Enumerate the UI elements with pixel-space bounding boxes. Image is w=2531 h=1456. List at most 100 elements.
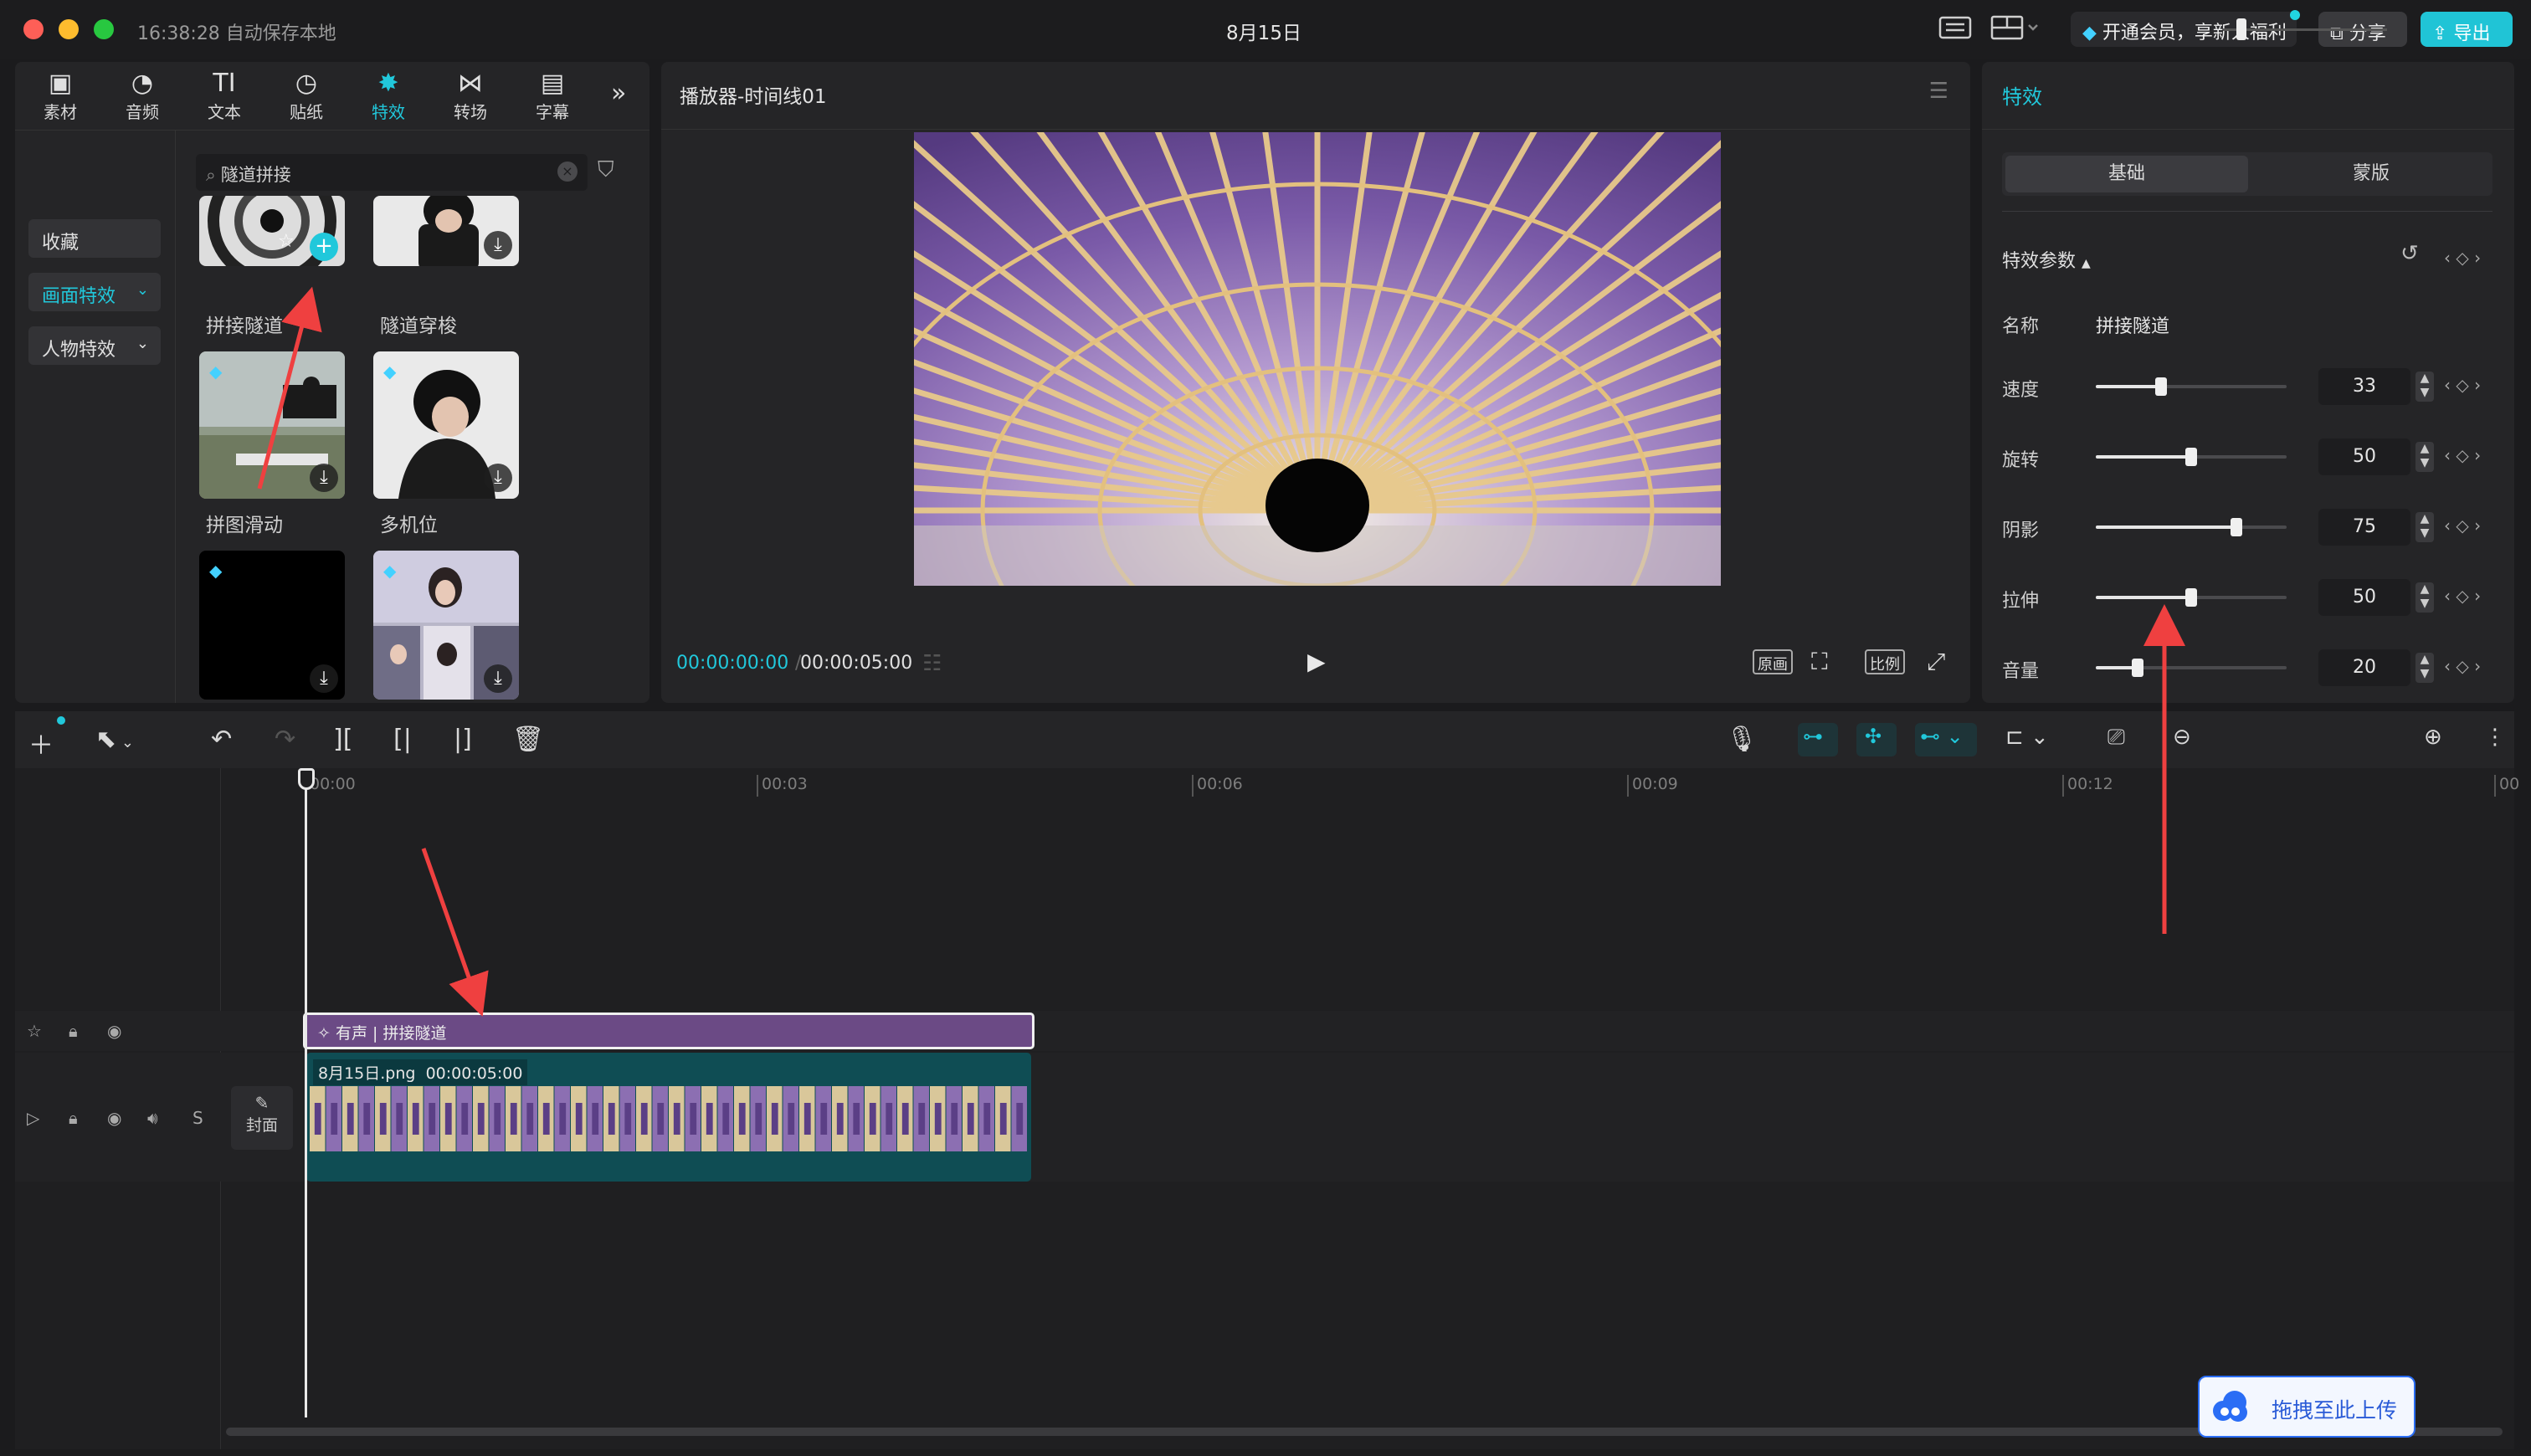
menu-icon[interactable]: ☰ xyxy=(1929,79,1948,104)
keyframe-control[interactable]: ‹ ◇ › xyxy=(2444,375,2481,395)
delete-icon[interactable]: 🗑 xyxy=(512,725,544,754)
tab-transition[interactable]: ⋈ 转场 xyxy=(430,69,511,127)
effect-thumb-tunnel-shuttle[interactable]: ⤓ xyxy=(373,196,519,266)
effect-thumb-multi-camera[interactable]: ◆ ⤓ xyxy=(373,351,519,499)
zoom-slider-handle[interactable] xyxy=(2236,18,2246,40)
tab-media[interactable]: ▣ 素材 xyxy=(20,69,100,127)
more-options-icon[interactable]: ⋮ xyxy=(2484,725,2506,750)
eye-icon[interactable]: ◉ xyxy=(107,1108,121,1128)
stepper-icon[interactable]: ▲ ▼ xyxy=(2415,653,2434,683)
lock-icon[interactable]: 🔒︎ xyxy=(69,1021,78,1041)
volume-input[interactable]: 20 xyxy=(2318,649,2410,686)
time-ruler[interactable]: 00:00 00:03 00:06 00:09 00:12 00 xyxy=(305,768,2519,800)
zoom-out-icon[interactable]: ⊖ xyxy=(2173,725,2191,750)
tab-sticker[interactable]: ◷ 贴纸 xyxy=(266,69,347,127)
microphone-icon[interactable]: 🎙 xyxy=(1726,725,1758,754)
effect-clip[interactable]: ✧ 有声 | 拼接隧道 xyxy=(303,1013,1034,1049)
fullscreen-icon[interactable]: ⤢ xyxy=(1927,648,1945,676)
main-track-magnet-toggle[interactable]: ⊶ xyxy=(1798,723,1838,756)
download-icon[interactable]: ⤓ xyxy=(484,464,512,492)
subnav-person-effects[interactable]: 人物特效 ⌄ xyxy=(28,326,161,365)
search-input[interactable]: ⌕ 隧道拼接 × xyxy=(196,154,588,191)
screenshot-icon[interactable]: ⎚ xyxy=(2107,725,2125,751)
lock-icon[interactable]: 🔒︎ xyxy=(69,1108,78,1128)
playhead-handle[interactable] xyxy=(298,768,315,790)
close-window-button[interactable] xyxy=(23,19,44,39)
maximize-window-button[interactable] xyxy=(94,19,114,39)
trim-right-icon[interactable]: |] xyxy=(454,725,472,754)
tab-effects[interactable]: ✸ 特效 xyxy=(348,69,429,127)
stepper-icon[interactable]: ▲ ▼ xyxy=(2415,442,2434,472)
subnav-scene-effects[interactable]: 画面特效 ⌄ xyxy=(28,273,161,311)
params-section-toggle[interactable]: 特效参数 ▲ xyxy=(2002,246,2091,273)
keyframe-control[interactable]: ‹ ◇ › xyxy=(2444,656,2481,676)
timeline-list-icon[interactable]: ☷ xyxy=(922,651,942,676)
keyframe-control[interactable]: ‹ ◇ › xyxy=(2444,586,2481,606)
tab-basic[interactable]: 基础 xyxy=(2005,156,2248,192)
keyframe-control[interactable]: ‹ ◇ › xyxy=(2444,515,2481,536)
original-quality-button[interactable]: 原画 xyxy=(1753,649,1793,674)
effect-thumb-collage[interactable]: ◆ ⤓ xyxy=(373,551,519,700)
minimize-window-button[interactable] xyxy=(59,19,79,39)
speaker-icon[interactable]: 🔊︎ xyxy=(147,1108,158,1128)
select-tool-icon[interactable]: ⬉ ⌄ xyxy=(95,725,134,754)
effect-thumb-tunnel-splice[interactable]: ☆ + xyxy=(199,196,345,266)
volume-slider[interactable] xyxy=(2096,659,2287,677)
cover-button[interactable]: ✎ 封面 xyxy=(231,1086,293,1150)
play-icon[interactable]: ▶ xyxy=(1307,648,1326,675)
download-icon[interactable]: ⤓ xyxy=(484,664,512,693)
shadow-slider[interactable] xyxy=(2096,518,2287,536)
trim-left-icon[interactable]: [| xyxy=(393,725,412,754)
speed-slider[interactable] xyxy=(2096,377,2287,396)
stepper-icon[interactable]: ▲ ▼ xyxy=(2415,582,2434,613)
add-effect-plus-icon[interactable]: + xyxy=(310,233,338,261)
tab-text[interactable]: TI 文本 xyxy=(184,69,264,127)
keyframe-control[interactable]: ‹ ◇ › xyxy=(2444,445,2481,465)
tab-subtitle[interactable]: ▤ 字幕 xyxy=(512,69,593,127)
zoom-slider[interactable] xyxy=(2223,28,2387,31)
eye-icon[interactable]: ◉ xyxy=(107,1021,121,1041)
slider-handle[interactable] xyxy=(2231,518,2242,536)
speed-input[interactable]: 33 xyxy=(2318,368,2410,405)
add-track-icon[interactable]: ＋ xyxy=(28,725,54,761)
stretch-input[interactable]: 50 xyxy=(2318,579,2410,616)
layout-icon[interactable] xyxy=(1990,13,2041,45)
slider-handle[interactable] xyxy=(2155,377,2167,396)
filter-icon[interactable]: ⛉ xyxy=(598,157,614,183)
tab-audio[interactable]: ◔ 音频 xyxy=(102,69,182,127)
redo-icon[interactable]: ↷ xyxy=(275,725,295,754)
effect-thumb-black[interactable]: ◆ ⤓ xyxy=(199,551,345,700)
rotation-slider[interactable] xyxy=(2096,448,2287,466)
clear-search-icon[interactable]: × xyxy=(557,161,578,182)
slider-handle[interactable] xyxy=(2185,448,2197,466)
shadow-input[interactable]: 75 xyxy=(2318,509,2410,546)
reset-icon[interactable]: ↺ xyxy=(2400,241,2419,266)
favorite-star-icon[interactable]: ☆ xyxy=(278,231,295,252)
rotation-input[interactable]: 50 xyxy=(2318,438,2410,475)
split-icon[interactable]: ][ xyxy=(333,725,352,754)
preview-axis-icon[interactable]: ⊏ ⌄ xyxy=(2005,725,2049,750)
ratio-button[interactable]: 比例 xyxy=(1865,649,1905,674)
effect-thumb-puzzle-slide[interactable]: ◆ ⤓ xyxy=(199,351,345,499)
stepper-icon[interactable]: ▲ ▼ xyxy=(2415,512,2434,542)
timeline-scrollbar[interactable] xyxy=(226,1428,2503,1436)
more-tabs-icon[interactable]: » xyxy=(611,79,626,108)
undo-icon[interactable]: ↶ xyxy=(211,725,232,754)
playhead[interactable] xyxy=(305,768,307,1418)
video-preview[interactable] xyxy=(914,132,1721,586)
auto-snap-toggle[interactable]: ✣ xyxy=(1856,723,1897,756)
slider-handle[interactable] xyxy=(2185,588,2197,607)
stretch-slider[interactable] xyxy=(2096,588,2287,607)
subnav-favorites[interactable]: 收藏 xyxy=(28,219,161,258)
tab-mask[interactable]: 蒙版 xyxy=(2250,156,2492,192)
download-icon[interactable]: ⤓ xyxy=(310,464,338,492)
stepper-icon[interactable]: ▲ ▼ xyxy=(2415,372,2434,402)
fit-screen-icon[interactable]: ⛶ xyxy=(1811,648,1828,676)
export-button[interactable]: ⇪ 导出 xyxy=(2421,12,2513,47)
download-icon[interactable]: ⤓ xyxy=(310,664,338,693)
video-clip[interactable]: 8月15日.png 00:00:05:00 xyxy=(306,1053,1031,1182)
solo-toggle[interactable]: S xyxy=(193,1108,203,1128)
download-icon[interactable]: ⤓ xyxy=(484,231,512,259)
shortcut-keyboard-icon[interactable] xyxy=(1938,13,1972,45)
slider-handle[interactable] xyxy=(2132,659,2143,677)
